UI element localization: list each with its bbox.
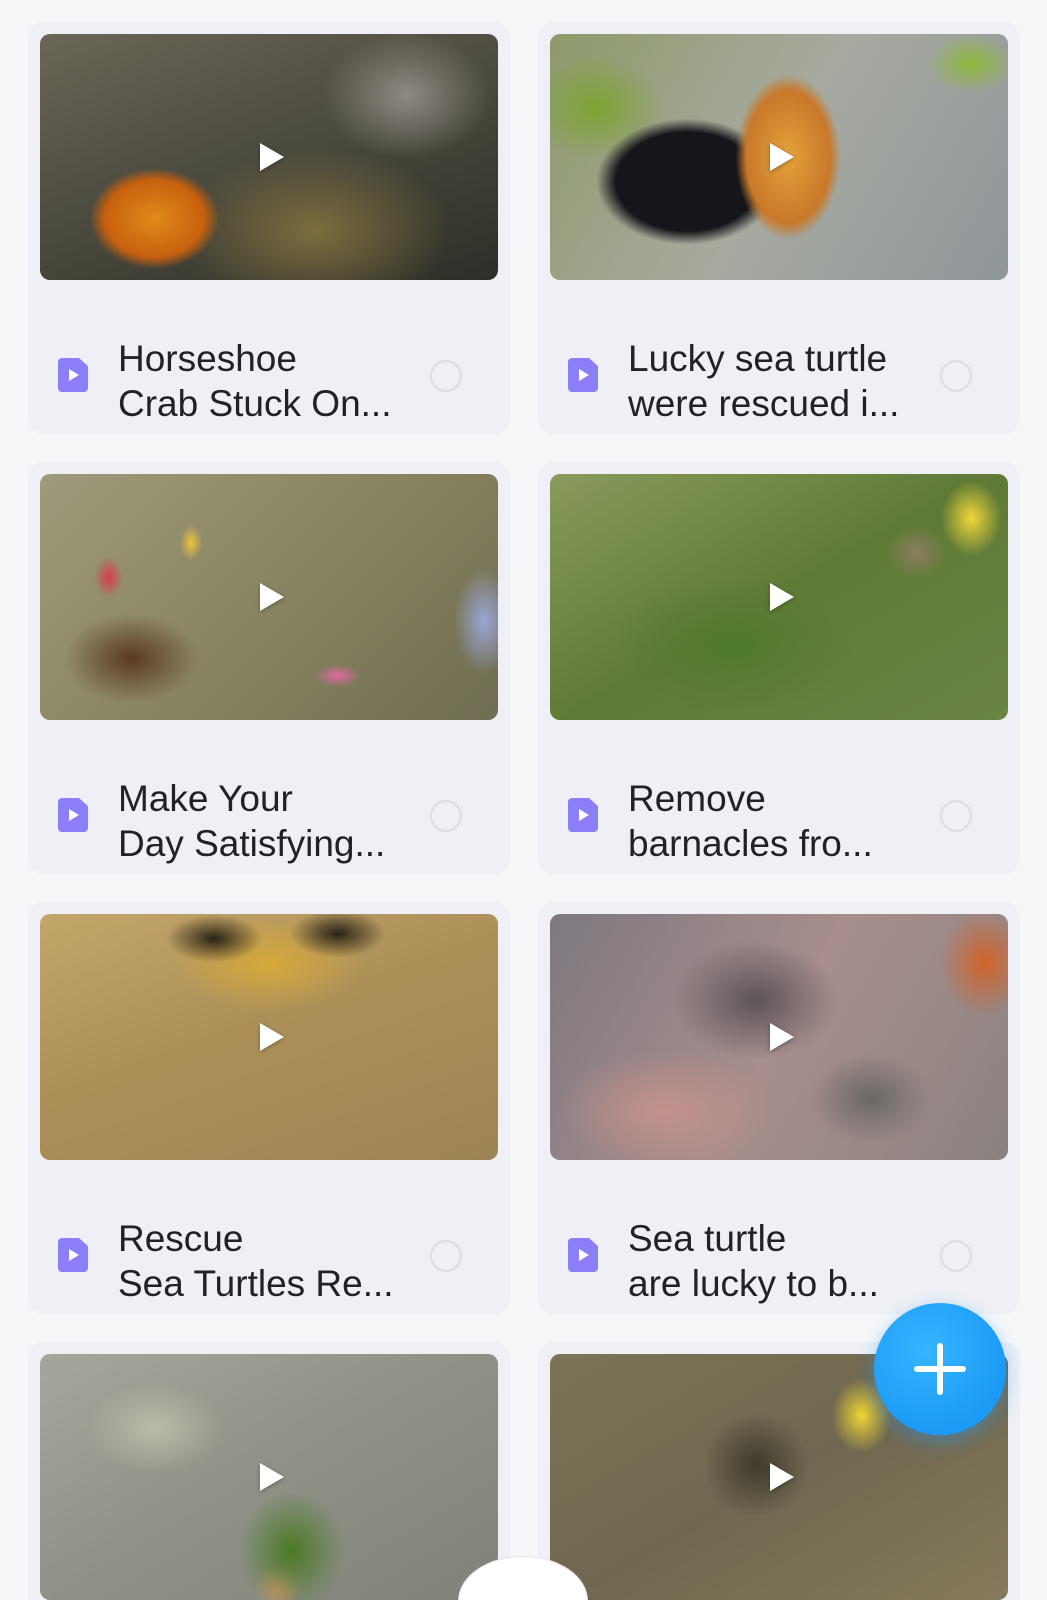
video-file-icon [58, 798, 88, 832]
video-meta: Sea turtle are lucky to b... [538, 1160, 1020, 1314]
video-title: Remove barnacles fro... [628, 778, 873, 864]
video-card[interactable]: Sea turtle are lucky to b... [538, 902, 1020, 1314]
select-circle-icon[interactable] [430, 1240, 462, 1272]
video-thumbnail[interactable] [40, 474, 498, 720]
video-title: Horseshoe Crab Stuck On... [118, 338, 392, 424]
plus-icon-vertical [937, 1343, 943, 1395]
play-icon [260, 1023, 284, 1051]
select-circle-icon[interactable] [940, 360, 972, 392]
video-thumbnail[interactable] [40, 914, 498, 1160]
video-card[interactable]: Rescue Sea Turtles Re... [28, 902, 510, 1314]
play-icon [260, 583, 284, 611]
video-file-icon [58, 1238, 88, 1272]
video-file-icon [568, 798, 598, 832]
video-thumbnail[interactable] [550, 34, 1008, 280]
select-circle-icon[interactable] [940, 800, 972, 832]
video-card[interactable]: Horseshoe Crab Stuck On... [28, 22, 510, 434]
play-icon [770, 1463, 794, 1491]
video-file-icon [58, 358, 88, 392]
video-card[interactable]: Remove barnacles fro... [538, 462, 1020, 874]
video-card[interactable]: Make Your Day Satisfying... [28, 462, 510, 874]
video-title: Rescue Sea Turtles Re... [118, 1218, 394, 1304]
video-thumbnail[interactable] [40, 34, 498, 280]
video-file-icon [568, 1238, 598, 1272]
play-icon [260, 143, 284, 171]
select-circle-icon[interactable] [430, 360, 462, 392]
video-meta: Horseshoe Crab Stuck On... [28, 280, 510, 434]
video-thumbnail[interactable] [550, 474, 1008, 720]
select-circle-icon[interactable] [940, 1240, 972, 1272]
play-icon [770, 1023, 794, 1051]
video-meta: Rescue Sea Turtles Re... [28, 1160, 510, 1314]
video-file-icon [568, 358, 598, 392]
video-meta: Make Your Day Satisfying... [28, 720, 510, 874]
video-meta: Lucky sea turtle were rescued i... [538, 280, 1020, 434]
video-thumbnail[interactable] [40, 1354, 498, 1600]
add-button[interactable] [874, 1303, 1006, 1435]
video-title: Sea turtle are lucky to b... [628, 1218, 879, 1304]
video-thumbnail[interactable] [550, 914, 1008, 1160]
select-circle-icon[interactable] [430, 800, 462, 832]
video-title: Make Your Day Satisfying... [118, 778, 386, 864]
video-meta: Remove barnacles fro... [538, 720, 1020, 874]
play-icon [770, 583, 794, 611]
play-icon [260, 1463, 284, 1491]
video-grid: Horseshoe Crab Stuck On... Lucky sea tur… [28, 22, 1020, 1600]
play-icon [770, 143, 794, 171]
video-card[interactable] [28, 1342, 510, 1600]
video-card[interactable]: Lucky sea turtle were rescued i... [538, 22, 1020, 434]
video-title: Lucky sea turtle were rescued i... [628, 338, 900, 424]
